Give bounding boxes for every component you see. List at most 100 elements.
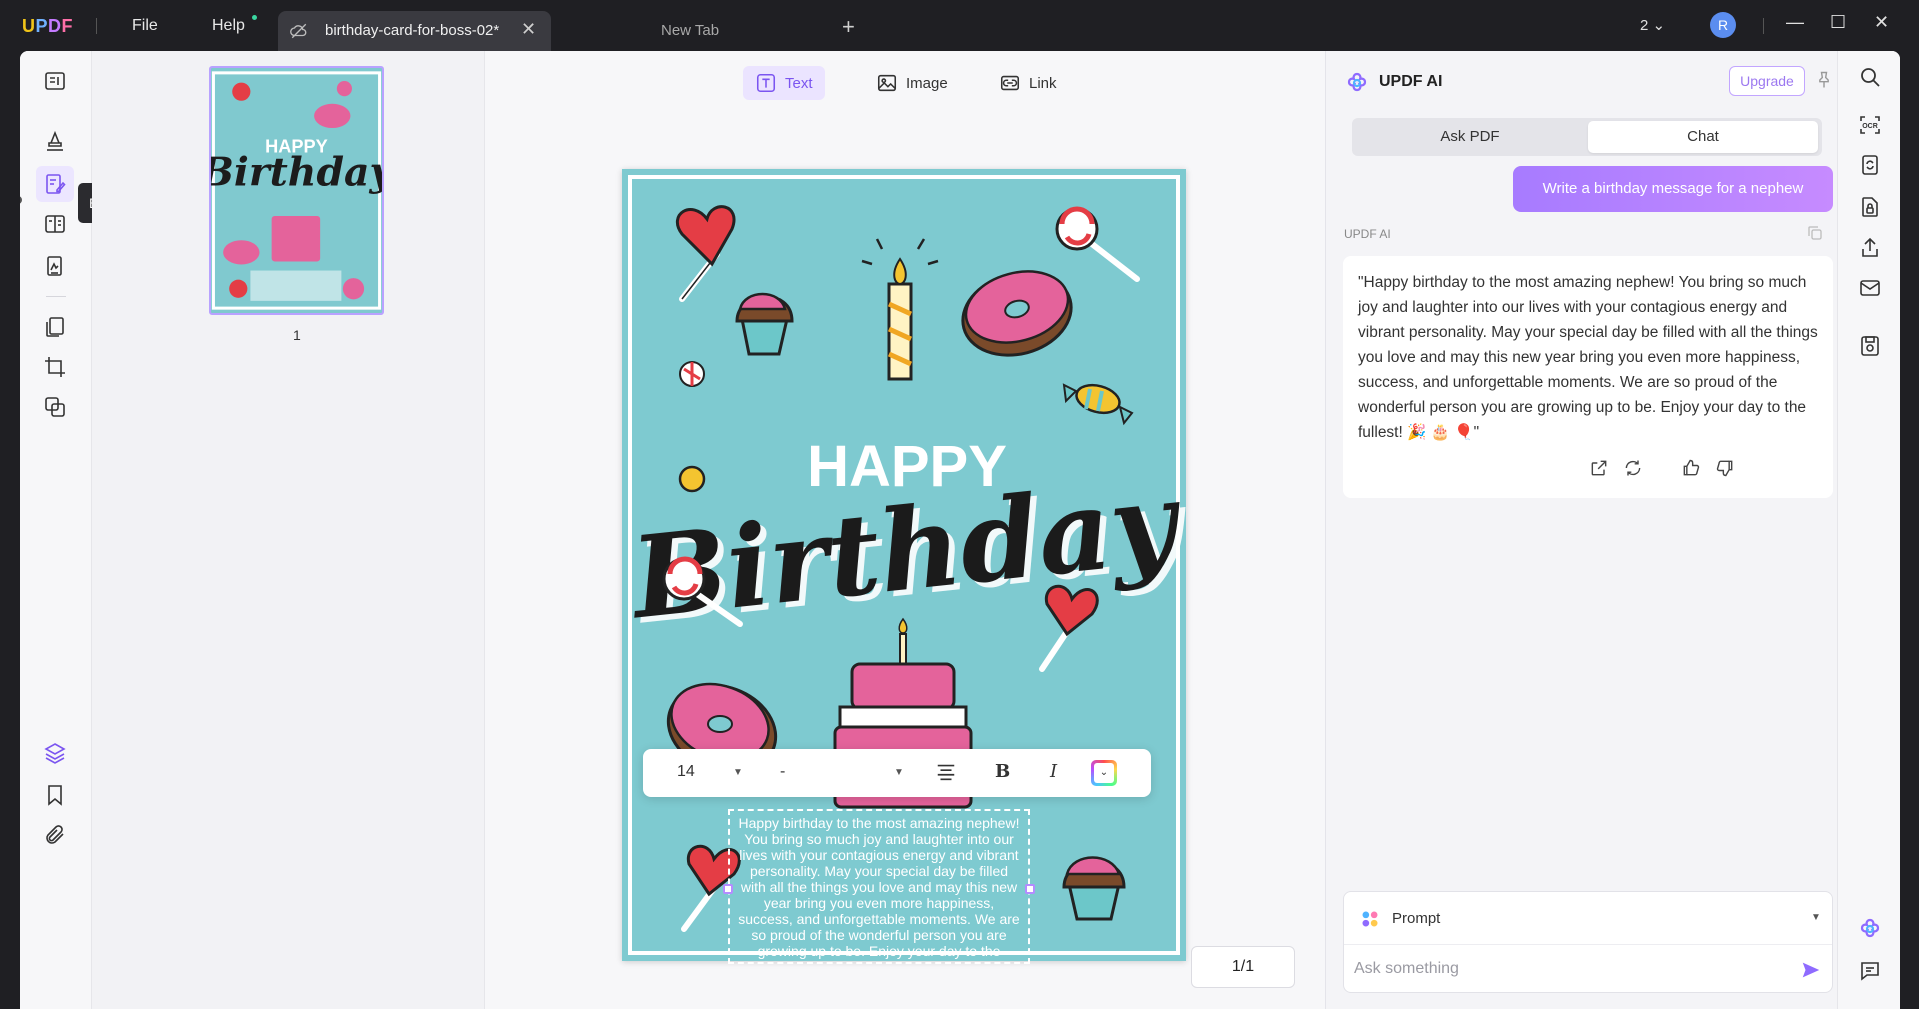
tab-ask-pdf[interactable]: Ask PDF xyxy=(1355,121,1585,153)
convert-icon xyxy=(1862,155,1878,175)
page-indicator[interactable]: 1/1 xyxy=(1191,946,1295,988)
window-count-dropdown[interactable]: 2 ⌄ xyxy=(1640,16,1665,34)
reader-icon xyxy=(45,72,65,90)
font-size-value[interactable]: 14 xyxy=(677,763,695,781)
body-text[interactable]: Happy birthday to the most amazing nephe… xyxy=(730,811,1028,962)
tab-chat[interactable]: Chat xyxy=(1588,121,1818,153)
maximize-icon[interactable]: ☐ xyxy=(1830,12,1846,33)
crop-icon xyxy=(45,357,65,377)
user-message: Write a birthday message for a nephew xyxy=(1513,166,1833,212)
menu-file[interactable]: File xyxy=(132,17,158,35)
regenerate-icon[interactable] xyxy=(1623,458,1643,478)
protect-button[interactable] xyxy=(1856,193,1884,221)
italic-button[interactable]: I xyxy=(1050,761,1057,782)
organize-pages-button[interactable] xyxy=(36,309,74,345)
save-button[interactable] xyxy=(1856,332,1884,360)
convert-button[interactable] xyxy=(1856,151,1884,179)
menu-help[interactable]: Help xyxy=(212,17,245,35)
cloud-off-icon xyxy=(290,23,307,39)
updf-logo: UPDF xyxy=(22,16,74,36)
ai-response-label: UPDF AI xyxy=(1344,227,1391,241)
title-bar: UPDF File Help birthday-card-for-boss-02… xyxy=(0,0,1919,51)
comment-button[interactable] xyxy=(36,123,74,159)
tab-title: birthday-card-for-boss-02* xyxy=(325,22,500,39)
toolbar-divider xyxy=(46,296,66,297)
ai-panel-title: UPDF AI xyxy=(1379,73,1443,90)
tab-new-tab[interactable]: New Tab xyxy=(661,22,719,39)
tab-birthday-card[interactable]: birthday-card-for-boss-02* ✕ xyxy=(278,11,551,51)
layers-button[interactable] xyxy=(36,735,74,771)
tools-button[interactable] xyxy=(36,389,74,425)
image-tool-label: Image xyxy=(906,74,948,92)
selected-text-box[interactable]: Happy birthday to the most amazing nephe… xyxy=(728,809,1030,964)
pin-icon[interactable] xyxy=(1814,70,1834,90)
chevron-down-icon[interactable]: ▼ xyxy=(1811,912,1821,923)
lock-document-icon xyxy=(1862,197,1878,217)
avatar[interactable]: R xyxy=(1710,12,1736,38)
bold-button[interactable]: B xyxy=(995,761,1010,782)
edit-pdf-button[interactable] xyxy=(36,166,74,202)
svg-text:Birthday: Birthday xyxy=(211,150,382,196)
reader-mode-button[interactable] xyxy=(36,63,74,99)
comment-icon xyxy=(1861,962,1879,981)
updf-ai-logo-icon xyxy=(1347,72,1367,92)
resize-handle-right[interactable] xyxy=(1025,884,1035,894)
font-family-value[interactable]: - xyxy=(780,763,785,781)
crop-button[interactable] xyxy=(36,349,74,385)
sign-button[interactable] xyxy=(36,248,74,284)
save-icon xyxy=(1861,336,1879,356)
comments-button[interactable] xyxy=(1856,957,1884,985)
text-tool-icon xyxy=(756,73,776,93)
attachment-button[interactable] xyxy=(36,817,74,853)
svg-text:OCR: OCR xyxy=(1862,123,1878,130)
text-color-picker[interactable]: ⌄ xyxy=(1091,760,1117,786)
active-indicator xyxy=(20,196,22,204)
add-image-tool[interactable]: Image xyxy=(864,66,960,100)
search-button[interactable] xyxy=(1856,63,1884,91)
edit-pdf-icon xyxy=(46,174,66,194)
updf-ai-icon xyxy=(1860,918,1880,938)
chevron-down-icon[interactable]: ▼ xyxy=(733,767,743,778)
form-button[interactable] xyxy=(36,206,74,242)
title-separator xyxy=(1763,18,1764,34)
thumbs-down-icon[interactable] xyxy=(1715,458,1735,478)
ocr-button[interactable]: OCR xyxy=(1856,111,1884,139)
ai-assistant-panel: UPDF AI Upgrade Ask PDF Chat Write a bir… xyxy=(1325,51,1837,1009)
right-toolbar: OCR xyxy=(1837,51,1900,1009)
share-button[interactable] xyxy=(1856,234,1884,262)
add-link-tool[interactable]: Link xyxy=(987,66,1069,100)
add-text-tool[interactable]: Text xyxy=(743,66,825,100)
ai-response-text: "Happy birthday to the most amazing neph… xyxy=(1358,274,1818,441)
window-close-icon[interactable]: ✕ xyxy=(1874,12,1889,33)
minimize-icon[interactable]: — xyxy=(1786,12,1804,33)
resize-handle-left[interactable] xyxy=(723,884,733,894)
updf-ai-button[interactable] xyxy=(1856,915,1884,943)
sign-icon xyxy=(47,256,62,276)
add-tab-button[interactable]: + xyxy=(842,14,855,40)
layers-icon xyxy=(44,743,66,764)
document-area: Text Image Link HAPPY Birthday Birthday … xyxy=(485,51,1325,1009)
paperclip-icon xyxy=(46,825,64,844)
chevron-down-icon: ⌄ xyxy=(1652,17,1666,34)
birthday-heading: Birthday xyxy=(623,456,1186,644)
image-icon xyxy=(877,74,897,92)
close-icon[interactable]: ✕ xyxy=(521,19,536,40)
prompt-selector[interactable]: Prompt xyxy=(1392,910,1440,927)
link-icon xyxy=(1000,75,1020,91)
upgrade-button[interactable]: Upgrade xyxy=(1729,66,1805,96)
notification-dot xyxy=(252,15,257,20)
bookmark-button[interactable] xyxy=(36,777,74,813)
ask-input[interactable] xyxy=(1354,950,1784,988)
send-icon[interactable] xyxy=(1800,959,1822,981)
copy-icon[interactable] xyxy=(1806,224,1824,242)
chevron-down-icon[interactable]: ▼ xyxy=(894,767,904,778)
thumbs-up-icon[interactable] xyxy=(1681,458,1701,478)
email-button[interactable] xyxy=(1856,274,1884,302)
chevron-down-icon: ⌄ xyxy=(1094,763,1114,783)
search-icon xyxy=(1861,68,1880,87)
mail-icon xyxy=(1860,280,1880,296)
export-icon[interactable] xyxy=(1589,458,1609,478)
ocr-icon: OCR xyxy=(1860,116,1880,134)
page-thumbnail[interactable]: HAPPY Birthday xyxy=(209,66,384,315)
align-center-icon[interactable] xyxy=(935,761,957,783)
